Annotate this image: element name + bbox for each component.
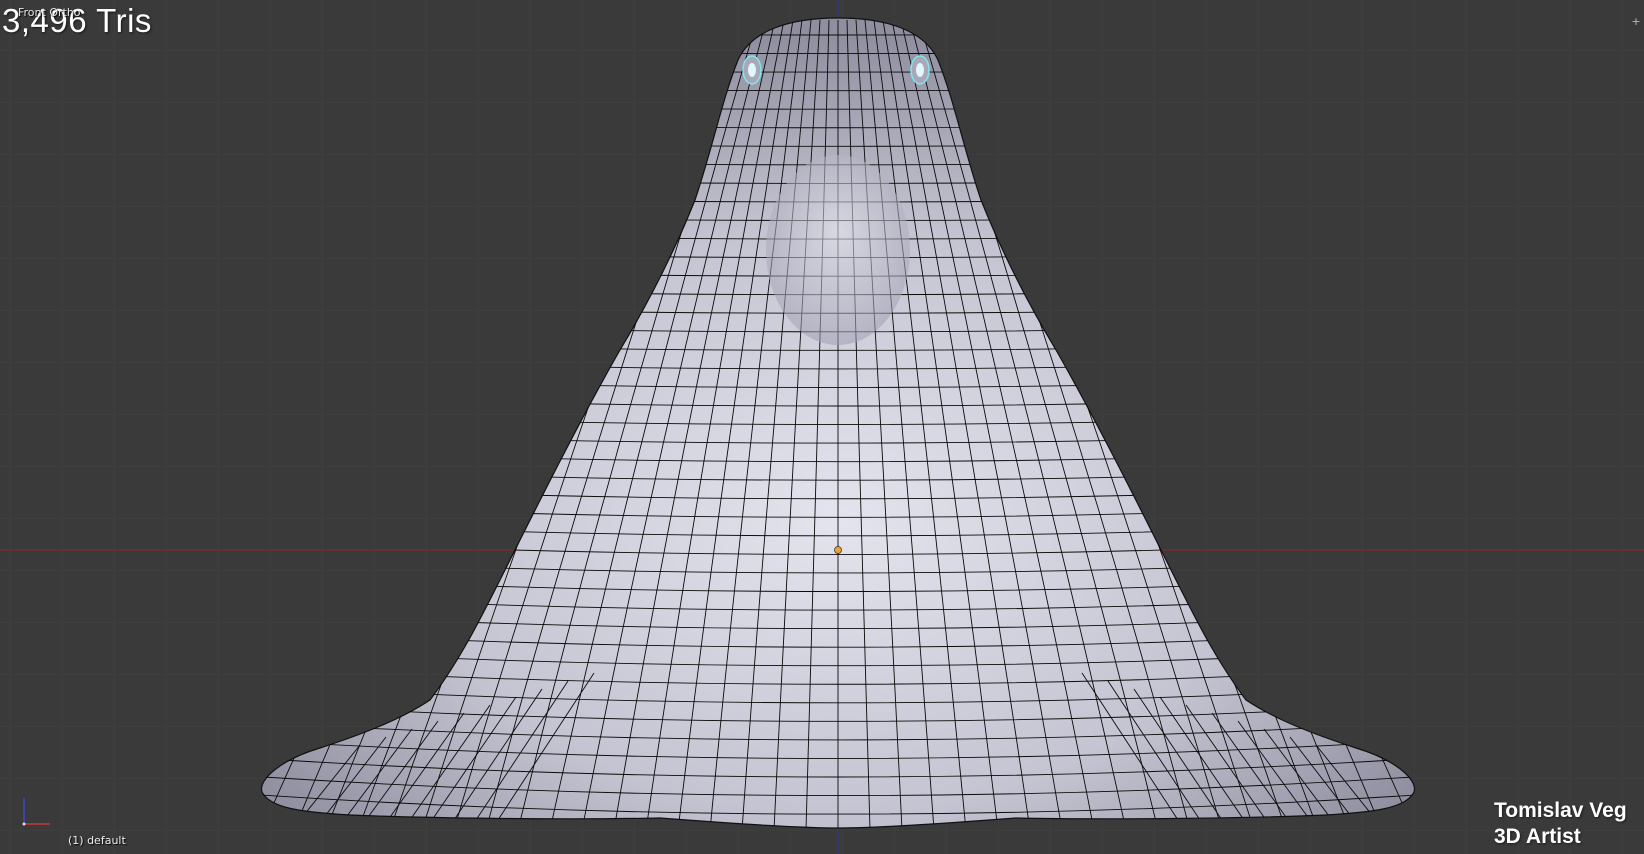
credit-role: 3D Artist — [1494, 825, 1581, 848]
3d-viewport[interactable]: 3,496 Tris Front Ortho + (1) default Tom… — [0, 0, 1644, 854]
wireframe — [261, 19, 1415, 828]
object-origin[interactable] — [834, 546, 842, 554]
axis-gizmo — [22, 798, 50, 826]
snout — [766, 155, 910, 345]
object-name-label: (1) default — [68, 834, 126, 847]
credit-block: Tomislav Veg 3D Artist — [1494, 798, 1627, 850]
eye-left — [742, 55, 762, 85]
eye-right — [910, 55, 930, 85]
plus-icon[interactable]: + — [1630, 16, 1642, 28]
seal-mesh[interactable] — [0, 0, 1644, 854]
view-name-label: Front Ortho — [18, 6, 81, 19]
credit-name: Tomislav Veg — [1494, 799, 1627, 822]
